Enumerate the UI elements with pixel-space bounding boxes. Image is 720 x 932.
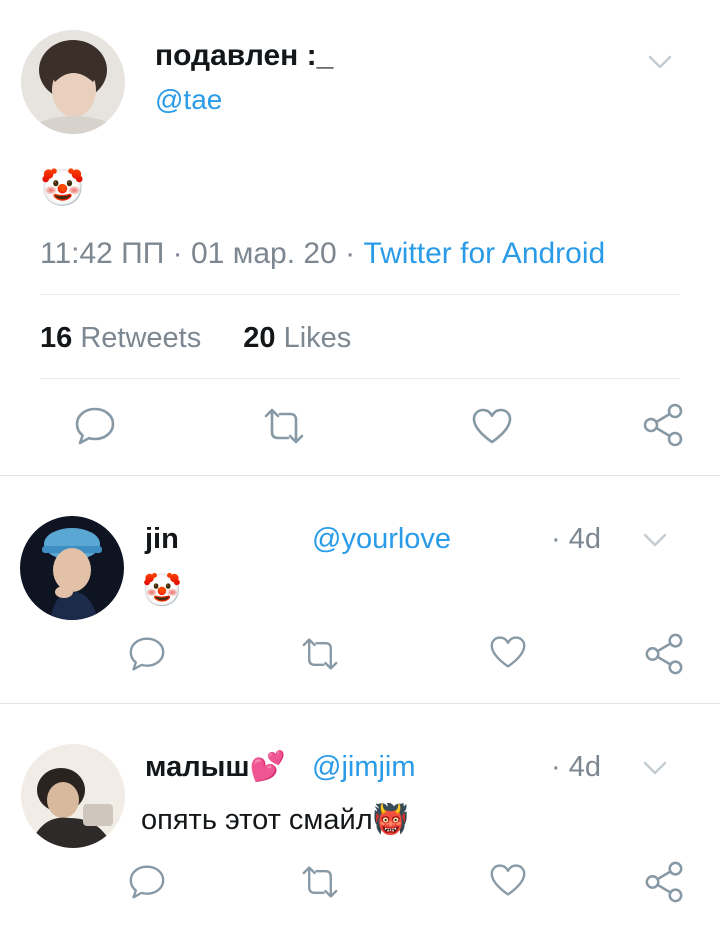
handle[interactable]: @tae [155,83,222,117]
tweet-text: 🤡 [40,167,85,208]
display-name[interactable]: малыш💕 [145,749,286,785]
tweet-meta: 11:42 ПП · 01 мар. 20 · Twitter for Andr… [40,236,605,272]
share-icon[interactable] [643,860,685,904]
likes-stat[interactable]: 20 Likes [243,322,351,354]
retweets-label: Retweets [80,322,202,354]
meta-separator: · [345,237,356,270]
retweet-icon[interactable] [300,864,340,900]
reply-icon[interactable] [128,636,166,672]
section-divider [0,475,720,476]
reply-text: 🤡 [142,572,182,608]
tweet-source-link[interactable]: Twitter for Android [363,237,605,270]
avatar[interactable] [21,30,125,134]
retweets-count: 16 [40,322,73,354]
avatar[interactable] [21,744,125,848]
share-icon[interactable] [643,632,685,676]
display-name[interactable]: jin [145,521,179,557]
retweet-icon[interactable] [262,406,306,446]
like-icon[interactable] [470,406,514,446]
avatar[interactable] [20,516,124,620]
tweet-date: 01 мар. 20 [191,237,337,270]
retweets-stat[interactable]: 16 Retweets [40,322,209,354]
divider [40,378,680,379]
reply-text: опять этот смайл👹 [141,804,409,836]
chevron-down-icon[interactable] [648,54,672,70]
tweet-stats: 16 Retweets 20 Likes [40,320,351,356]
meta-separator: · [172,237,183,270]
share-icon[interactable] [641,402,685,448]
chevron-down-icon[interactable] [643,532,667,548]
divider [40,294,680,295]
likes-count: 20 [243,322,276,354]
like-icon[interactable] [488,862,528,898]
likes-label: Likes [283,322,352,354]
timestamp: · 4d [551,523,601,555]
display-name[interactable]: подавлен :_ [155,38,333,74]
retweet-icon[interactable] [300,636,340,672]
section-divider [0,703,720,704]
chevron-down-icon[interactable] [643,760,667,776]
handle[interactable]: @jimjim [312,749,416,785]
reply-icon[interactable] [74,406,116,446]
tweet-time: 11:42 ПП [40,237,165,270]
reply-icon[interactable] [128,864,166,900]
timestamp: · 4d [551,751,601,783]
like-icon[interactable] [488,634,528,670]
handle[interactable]: @yourlove [312,521,451,557]
